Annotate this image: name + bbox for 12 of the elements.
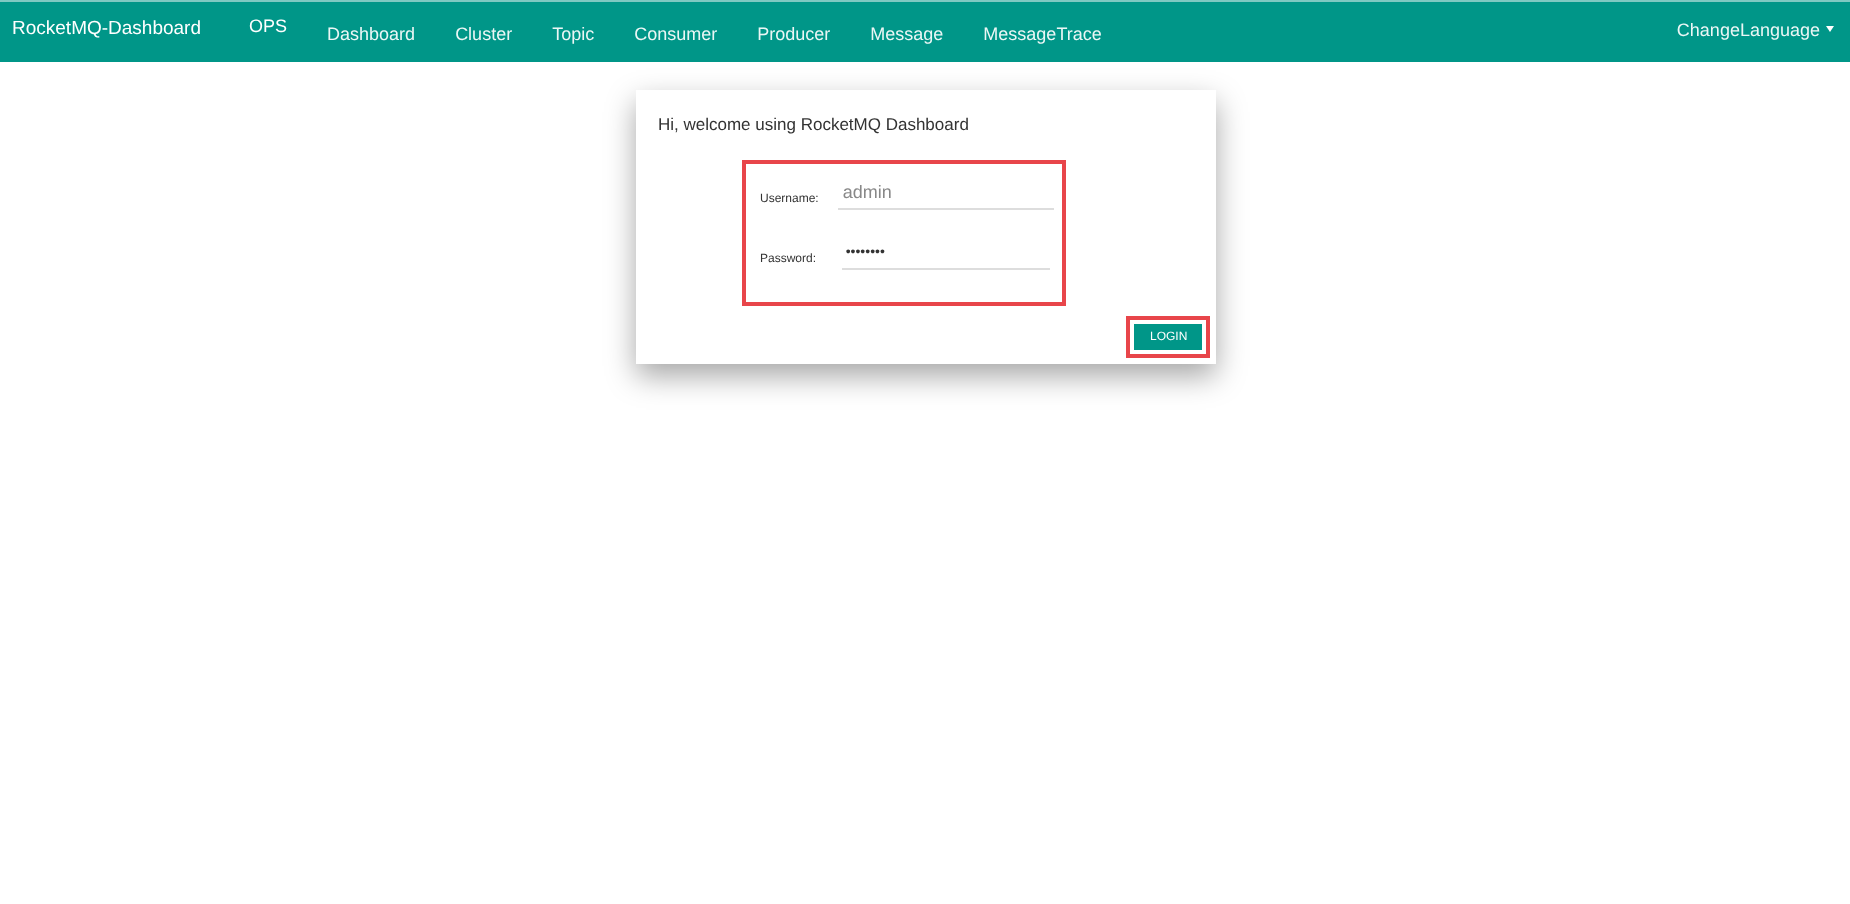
nav-link[interactable]: Topic (532, 23, 615, 43)
change-language-menu[interactable]: ChangeLanguage (1676, 19, 1820, 39)
brand-title[interactable]: RocketMQ-Dashboard (12, 18, 202, 46)
nav-link[interactable]: Cluster (435, 23, 533, 43)
welcome-title: Hi, welcome using RocketMQ Dashboard (658, 114, 971, 134)
nav-link[interactable]: Dashboard (307, 23, 436, 43)
nav-link[interactable]: Consumer (614, 23, 738, 43)
nav-link[interactable]: Producer (737, 23, 851, 43)
nav-link[interactable]: MessageTrace (963, 23, 1122, 43)
nav-link[interactable]: Message (850, 23, 964, 43)
caret-icon (1826, 26, 1834, 32)
nav-link[interactable]: OPS (229, 15, 308, 43)
